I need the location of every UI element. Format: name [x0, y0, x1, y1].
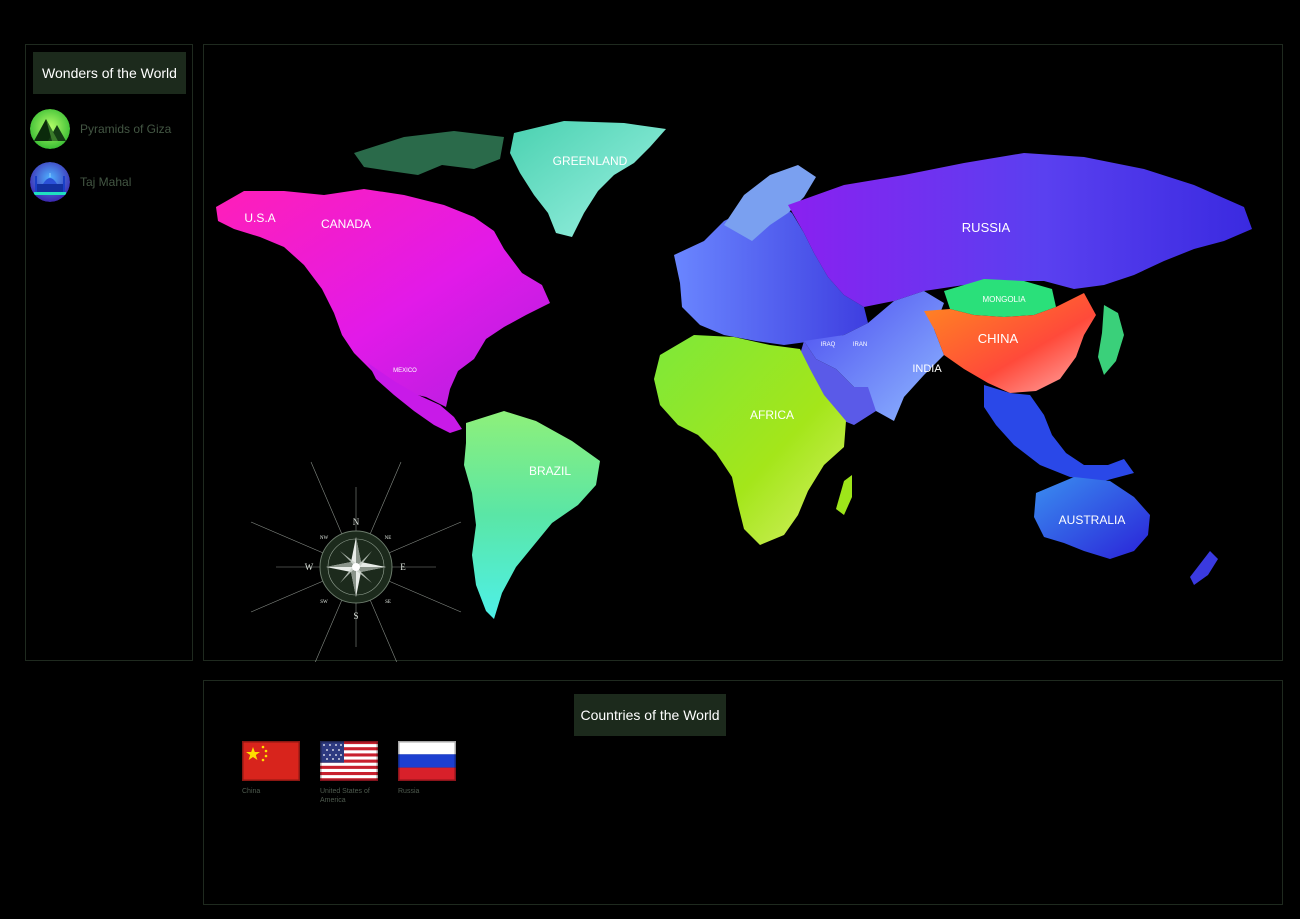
region-greenland[interactable]	[510, 121, 666, 237]
label-brazil: BRAZIL	[529, 464, 571, 478]
compass-w: W	[305, 562, 314, 572]
region-south-america[interactable]	[464, 411, 600, 619]
wonder-label-taj-mahal: Taj Mahal	[80, 175, 132, 189]
compass-n: N	[353, 517, 360, 527]
region-madagascar[interactable]	[836, 475, 852, 515]
region-arctic-islands[interactable]	[354, 131, 504, 175]
taj-mahal-icon	[30, 162, 70, 202]
flag-item-russia[interactable]: Russia	[398, 741, 458, 796]
flag-label-china: China	[242, 788, 261, 795]
label-usa: U.S.A	[244, 211, 275, 225]
region-southeast-asia[interactable]	[984, 385, 1134, 481]
label-russia: RUSSIA	[962, 220, 1011, 235]
label-australia: AUSTRALIA	[1059, 513, 1126, 527]
world-map[interactable]: U.S.A CANADA GREENLAND RUSSIA MONGOLIA C…	[204, 45, 1284, 662]
flag-item-china[interactable]: China	[242, 741, 302, 796]
label-canada: CANADA	[321, 217, 371, 231]
flag-label-usa: United States of America	[320, 788, 370, 804]
label-africa: AFRICA	[750, 408, 794, 422]
pyramid-icon	[30, 109, 70, 149]
countries-title: Countries of the World	[574, 694, 726, 736]
label-china: CHINA	[978, 331, 1019, 346]
label-iran: IRAN	[853, 342, 867, 348]
map-panel: U.S.A CANADA GREENLAND RUSSIA MONGOLIA C…	[203, 44, 1284, 662]
region-japan[interactable]	[1098, 305, 1124, 375]
wonder-item-pyramids[interactable]: Pyramids of Giza	[30, 109, 171, 149]
label-mexico: MEXICO	[393, 368, 417, 374]
compass-nw: NW	[320, 536, 329, 541]
compass-e: E	[400, 562, 406, 572]
russia-flag-icon	[398, 741, 456, 781]
wonder-label-pyramids: Pyramids of Giza	[80, 122, 172, 136]
wonders-title: Wonders of the World	[33, 52, 186, 94]
label-iraq: IRAQ	[821, 342, 836, 348]
flag-item-usa[interactable]: United States of America	[320, 741, 380, 805]
compass-s: S	[353, 611, 358, 621]
label-mongolia: MONGOLIA	[982, 295, 1026, 304]
label-india: INDIA	[912, 363, 942, 375]
wonders-panel: Wonders of the World Pyramids of Giza Ta…	[25, 44, 193, 661]
label-greenland: GREENLAND	[553, 154, 628, 168]
compass-se: SE	[385, 600, 391, 605]
compass-ne: NE	[385, 536, 392, 541]
flag-label-russia: Russia	[398, 788, 420, 795]
countries-panel: Countries of the World China United Stat…	[203, 680, 1283, 905]
region-new-zealand[interactable]	[1190, 551, 1218, 585]
compass-rose: N S E W NE NW SE SW	[250, 461, 462, 662]
china-flag-icon	[242, 741, 300, 781]
usa-flag-icon	[320, 741, 378, 781]
compass-sw: SW	[320, 600, 328, 605]
wonder-item-taj-mahal[interactable]: Taj Mahal	[30, 162, 131, 202]
